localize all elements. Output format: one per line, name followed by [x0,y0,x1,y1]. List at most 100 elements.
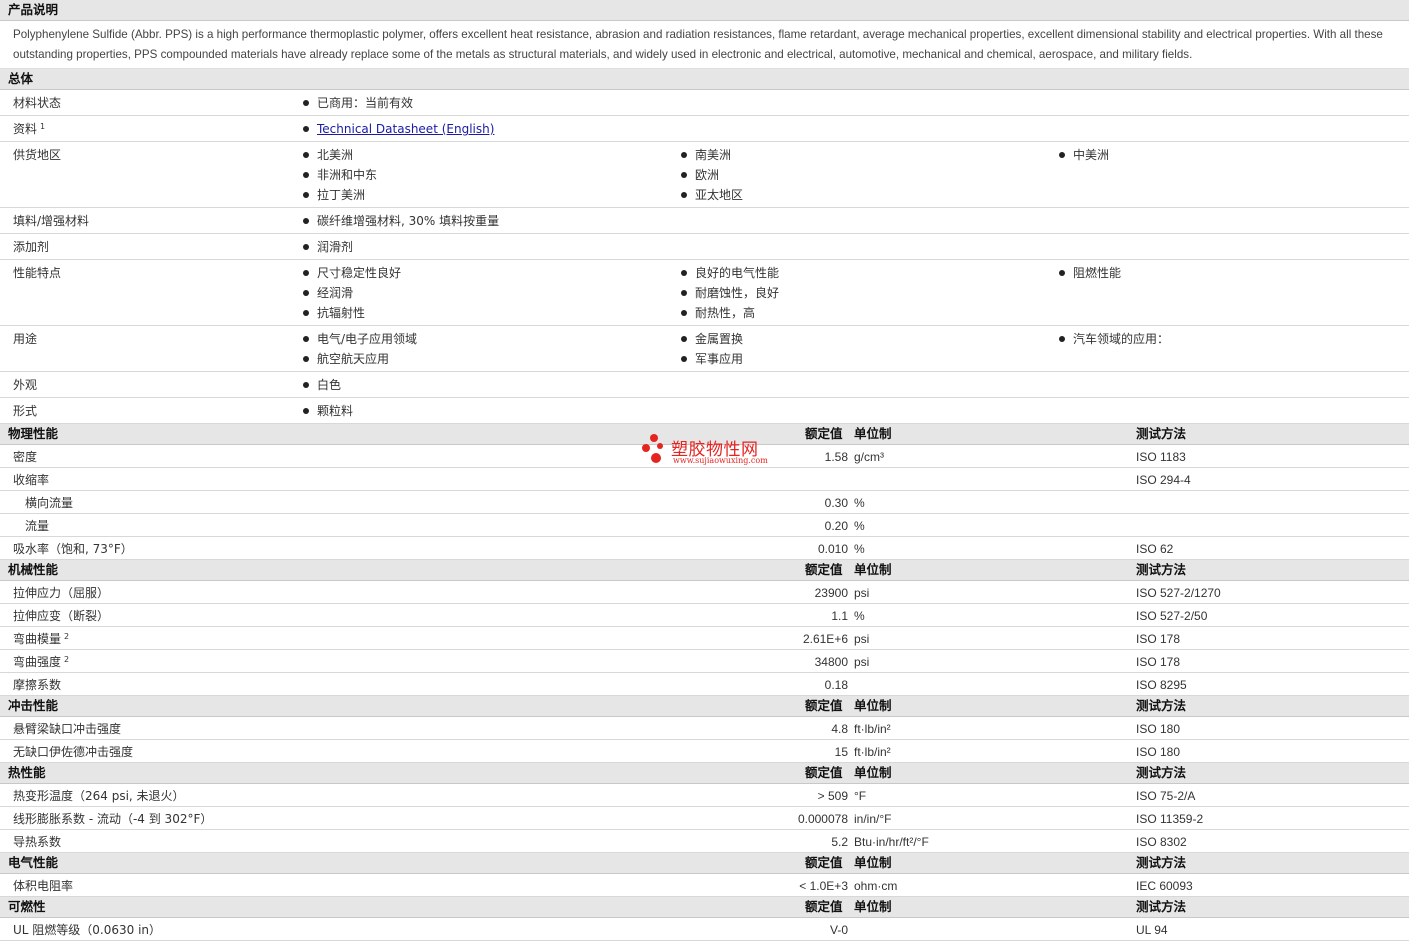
property-value: 1.1 [831,609,848,623]
property-label-text: 热变形温度（264 psi, 未退火） [13,789,185,803]
property-test-method: ISO 294-4 [1136,473,1191,487]
property-row: 无缺口伊佐德冲击强度 15 ft·lb/in² ISO 180 [0,740,1409,763]
property-test-method: ISO 178 [1136,632,1181,646]
bullet-icon [303,100,309,106]
general-row-label-text: 添加剂 [13,240,50,254]
section-title: 电气性能 [8,855,59,870]
property-row: 拉伸应力（屈服） 23900 psi ISO 527-2/1270 [0,581,1409,604]
general-row-values: 已商用：当前有效 [290,93,1409,113]
general-row: 资料 1 Technical Datasheet (English) [0,116,1409,142]
datasheet-link[interactable]: Technical Datasheet (English) [317,122,494,136]
property-label-text: 导热系数 [13,835,62,849]
col-header-method: 测试方法 [1136,426,1187,441]
property-label: 收缩率 [13,468,49,492]
general-row-label: 供货地区 [0,145,290,205]
value-text: 白色 [317,378,342,392]
property-row: 弯曲强度 2 34800 psi ISO 178 [0,650,1409,673]
col-header-value: 额定值 [805,562,843,577]
bullet-icon [1059,152,1065,158]
general-row: 外观 白色 [0,372,1409,398]
property-unit: in/in/°F [854,812,892,826]
bullet-icon [303,408,309,414]
general-row: 形式 颗粒料 [0,398,1409,424]
property-row: 弯曲模量 2 2.61E+6 psi ISO 178 [0,627,1409,650]
datasheet-page: { "description": { "title": "产品说明", "tex… [0,0,1409,941]
property-unit: ft·lb/in² [854,722,891,736]
general-row-label: 用途 [0,329,290,369]
col-header-unit: 单位制 [854,426,892,441]
value-text: 北美洲 [317,148,354,162]
description-text: Polyphenylene Sulfide (Abbr. PPS) is a h… [0,21,1409,69]
value-text: 航空航天应用 [317,352,390,366]
description-section: 产品说明 Polyphenylene Sulfide (Abbr. PPS) i… [0,0,1409,69]
property-unit: psi [854,655,870,669]
property-row: 悬臂梁缺口冲击强度 4.8 ft·lb/in² ISO 180 [0,717,1409,740]
bullet-icon [303,192,309,198]
general-row-label-text: 资料 [13,122,38,136]
empty-cell [1046,349,1409,369]
value-text: 耐磨蚀性，良好 [695,286,780,300]
property-row: 体积电阻率 < 1.0E+3 ohm·cm IEC 60093 [0,874,1409,897]
general-row-label-text: 供货地区 [13,148,62,162]
property-label: 弯曲强度 2 [13,650,69,674]
value-text: 颗粒料 [317,404,354,418]
description-header: 产品说明 [0,0,1409,21]
property-value: 0.30 [824,496,848,510]
property-section: 机械性能 额定值 单位制 测试方法 拉伸应力（屈服） 23900 psi ISO 527-2/… [0,560,1409,696]
general-row-label-text: 材料状态 [13,96,62,110]
property-row: 热变形温度（264 psi, 未退火） > 509 °F ISO 75-2/A [0,784,1409,807]
property-value: 4.8 [831,722,848,736]
general-row-label-text: 外观 [13,378,38,392]
general-row-label: 材料状态 [0,93,290,113]
value-item: 经润滑 [290,283,668,303]
footnote-marker: 2 [64,632,70,641]
property-row: 线形膨胀系数 - 流动（-4 到 302°F） 0.000078 in/in/°F I… [0,807,1409,830]
col-header-method: 测试方法 [1136,765,1187,780]
bullet-icon [681,356,687,362]
general-row-values: 碳纤维增强材料, 30% 填料按重量 [290,211,1409,231]
property-label: 体积电阻率 [13,874,73,898]
property-value: 0.18 [824,678,848,692]
footnote-marker: 2 [64,655,70,664]
value-text: 经润滑 [317,286,354,300]
value-text: 中美洲 [1073,148,1110,162]
general-row-values: 润滑剂 [290,237,1409,257]
property-row: 导热系数 5.2 Btu·in/hr/ft²/°F ISO 8302 [0,830,1409,853]
property-label-text: 拉伸应变（断裂） [13,609,110,623]
property-unit: % [854,609,865,623]
general-row-values: 颗粒料 [290,401,1409,421]
property-label-text: 悬臂梁缺口冲击强度 [13,722,122,736]
property-row: 收缩率 ISO 294-4 [0,468,1409,491]
general-row-label: 外观 [0,375,290,395]
property-unit: % [854,542,865,556]
property-unit: ft·lb/in² [854,745,891,759]
property-label: 吸水率（饱和, 73°F） [13,537,133,561]
general-row-label: 形式 [0,401,290,421]
general-rows: 材料状态 已商用：当前有效资料 1 Technical Datasheet (Engl… [0,90,1409,424]
col-header-unit: 单位制 [854,899,892,914]
property-test-method: ISO 8302 [1136,835,1187,849]
property-label-text: 收缩率 [13,473,50,487]
general-row-values: 电气/电子应用领域 金属置换 汽车领域的应用： 航空航天应用 军事应用 [290,329,1409,369]
property-test-method: ISO 527-2/1270 [1136,586,1221,600]
bullet-icon [303,172,309,178]
value-item[interactable]: Technical Datasheet (English) [290,119,1409,139]
property-test-method: ISO 8295 [1136,678,1187,692]
value-item: 欧洲 [668,165,1046,185]
value-item: 中美洲 [1046,145,1409,165]
value-item: 南美洲 [668,145,1046,165]
col-header-method: 测试方法 [1136,899,1187,914]
property-unit: g/cm³ [854,450,884,464]
property-value: V-0 [829,923,848,937]
general-row-values: 白色 [290,375,1409,395]
property-label-text: 横向流量 [25,496,74,510]
property-unit: °F [854,789,867,803]
property-label: 横向流量 [25,491,73,515]
property-unit: ohm·cm [854,879,898,893]
empty-cell [1046,185,1409,205]
col-header-unit: 单位制 [854,562,892,577]
value-item: 阻燃性能 [1046,263,1409,283]
general-row-label: 填料/增强材料 [0,211,290,231]
section-header: 电气性能 额定值 单位制 测试方法 [0,853,1409,874]
property-value: 0.000078 [797,812,848,826]
